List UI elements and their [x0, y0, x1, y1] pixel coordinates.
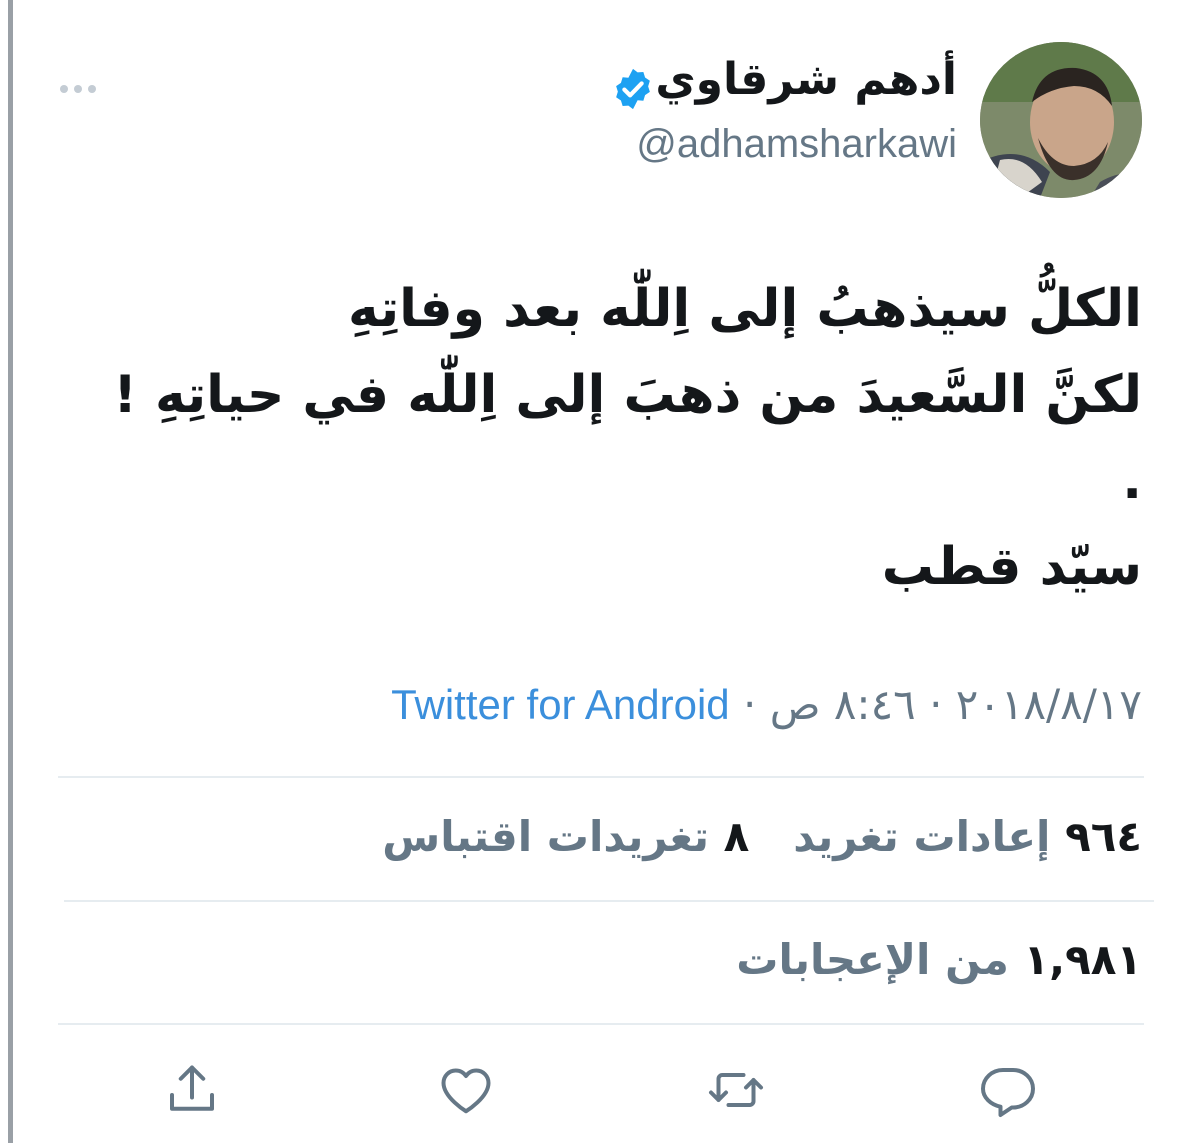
- quotes-count: ٨: [723, 812, 750, 861]
- meta-separator: ·: [743, 680, 757, 729]
- retweets-stat[interactable]: ٩٦٤ إعادات تغريد: [793, 812, 1142, 861]
- divider: [58, 1023, 1144, 1025]
- more-dot: [74, 85, 82, 93]
- more-dot: [60, 85, 68, 93]
- author-handle[interactable]: @adhamsharkawi: [636, 122, 957, 167]
- tweet-line: سيّد قطب: [881, 537, 1142, 597]
- retweet-stats: ٩٦٤ إعادات تغريد ٨ تغريدات اقتباس: [382, 812, 1142, 861]
- tweet-line: لكنَّ السَّعيدَ من ذهبَ إلى اِللّٰه في ح…: [113, 365, 1142, 425]
- like-button[interactable]: [436, 1060, 496, 1120]
- likes-count: ١,٩٨١: [1023, 935, 1143, 984]
- tweet-line: .: [1122, 451, 1142, 511]
- share-icon: [170, 1065, 214, 1111]
- left-edge-rule: [8, 0, 13, 1143]
- tweet-metadata: ٢٠١٨/٨/١٧ · ٨:٤٦ ص · Twitter for Android: [391, 680, 1142, 729]
- tweet-date[interactable]: ٢٠١٨/٨/١٧: [956, 680, 1142, 729]
- reply-icon: [981, 1068, 1035, 1117]
- share-button[interactable]: [162, 1060, 222, 1120]
- avatar[interactable]: [980, 42, 1142, 198]
- more-dot: [88, 85, 96, 93]
- quotes-stat[interactable]: ٨ تغريدات اقتباس: [382, 812, 749, 861]
- more-options-icon[interactable]: [60, 80, 104, 98]
- retweet-icon: [709, 1073, 763, 1107]
- quotes-label: تغريدات اقتباس: [382, 812, 710, 861]
- heart-icon: [441, 1068, 491, 1114]
- reply-button[interactable]: [978, 1060, 1038, 1120]
- avatar-image: [980, 42, 1142, 198]
- tweet-action-bar: [0, 1060, 1200, 1120]
- tweet-source-link[interactable]: Twitter for Android: [391, 681, 729, 728]
- retweet-button[interactable]: [706, 1060, 766, 1120]
- tweet-line: الكلُّ سيذهبُ إلى اِللّٰه بعد وفاتِهِ: [348, 279, 1142, 339]
- tweet-text: الكلُّ سيذهبُ إلى اِللّٰه بعد وفاتِهِ لك…: [52, 266, 1142, 610]
- author-display-name[interactable]: أدهم شرقاوي: [655, 54, 957, 105]
- verified-badge-icon: [616, 68, 650, 110]
- tweet-time[interactable]: ٨:٤٦ ص: [770, 680, 916, 729]
- likes-stat[interactable]: ١,٩٨١ من الإعجابات: [736, 935, 1142, 984]
- retweets-count: ٩٦٤: [1065, 812, 1142, 861]
- divider: [58, 776, 1144, 778]
- divider: [64, 900, 1154, 902]
- likes-label: من الإعجابات: [736, 935, 1009, 984]
- meta-separator: ·: [929, 680, 943, 729]
- retweets-label: إعادات تغريد: [793, 812, 1051, 861]
